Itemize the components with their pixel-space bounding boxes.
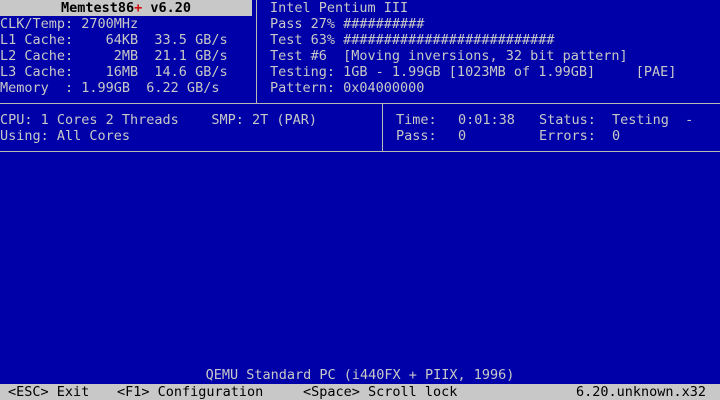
footer-bar: <ESC> Exit <F1> Configuration <Space> Sc… — [0, 384, 720, 400]
space-scroll-lock-key[interactable]: <Space> Scroll lock — [303, 384, 457, 400]
l2-cache-line: L2 Cache: 2MB 21.1 GB/s — [0, 48, 228, 64]
test-progress: Test 63% ########################## — [270, 32, 555, 48]
pass-value: 0 — [458, 128, 467, 144]
app-version: v6.20 — [142, 0, 192, 16]
stats-vertical-divider — [382, 103, 383, 151]
status-value: Testing - — [612, 112, 694, 128]
testing-range: Testing: 1GB - 1.99GB [1023MB of 1.99GB]… — [270, 64, 677, 80]
f1-configuration-key[interactable]: <F1> Configuration — [117, 384, 263, 400]
memory-line: Memory : 1.99GB 6.22 GB/s — [0, 80, 220, 96]
esc-exit-key[interactable]: <ESC> Exit — [8, 384, 89, 400]
app-title-bar: Memtest86+ v6.20 — [0, 0, 252, 16]
test-pattern: Pattern: 0x04000000 — [270, 80, 425, 96]
errors-label: Errors: — [539, 128, 596, 144]
top-horizontal-divider — [0, 103, 720, 104]
stats-horizontal-divider — [0, 151, 720, 152]
time-label: Time: — [396, 112, 437, 128]
l1-cache-line: L1 Cache: 64KB 33.5 GB/s — [0, 32, 228, 48]
cpu-name: Intel Pentium III — [270, 0, 409, 16]
cpu-cores-line: CPU: 1 Cores 2 Threads SMP: 2T (PAR) — [0, 112, 317, 128]
clk-temp-line: CLK/Temp: 2700MHz — [0, 16, 139, 32]
using-cores-line: Using: All Cores — [0, 128, 131, 144]
app-name: Memtest86 — [60, 0, 135, 16]
l3-cache-line: L3 Cache: 16MB 14.6 GB/s — [0, 64, 228, 80]
top-vertical-divider — [256, 0, 257, 103]
pass-progress: Pass 27% ########## — [270, 16, 425, 32]
test-number: Test #6 [Moving inversions, 32 bit patte… — [270, 48, 628, 64]
errors-value: 0 — [612, 128, 621, 144]
build-version: 6.20.unknown.x32 — [576, 384, 707, 400]
time-value: 0:01:38 — [458, 112, 515, 128]
machine-name: QEMU Standard PC (i440FX + PIIX, 1996) — [205, 367, 515, 383]
status-label: Status: — [539, 112, 596, 128]
pass-label: Pass: — [396, 128, 437, 144]
